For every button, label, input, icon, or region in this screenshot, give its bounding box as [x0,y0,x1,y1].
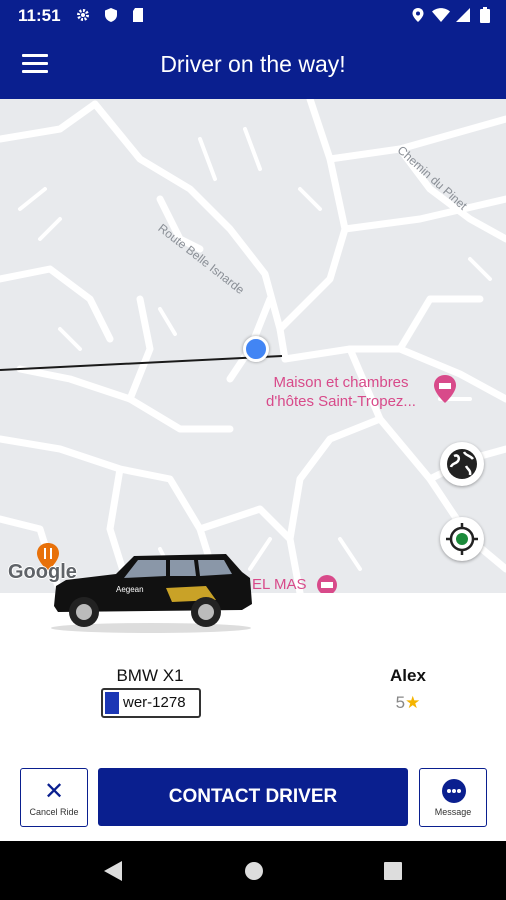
globe-icon[interactable] [440,442,484,486]
sd-card-icon [133,8,143,22]
plate-number: wer-1278 [123,694,186,711]
message-label: Message [434,807,472,817]
poi-label-partial: EL MAS [252,576,307,593]
location-icon [412,8,424,22]
back-icon[interactable] [104,861,122,881]
plate-eu-band [105,692,119,714]
hotel-pin-icon[interactable] [434,375,456,403]
vehicle-name: BMW X1 [116,666,184,685]
app-bar: Driver on the way! [0,32,506,99]
chat-bubble-icon [442,779,466,803]
cancel-ride-button[interactable]: ✕ Cancel Ride [20,768,88,827]
recents-icon[interactable] [384,862,402,880]
shield-icon [105,8,117,22]
contact-driver-button[interactable]: CONTACT DRIVER [98,768,408,826]
star-icon: ★ [405,693,421,712]
current-location-dot [243,336,269,362]
my-location-icon[interactable] [440,517,484,561]
driver-rating: 5★ [358,693,458,713]
page-title: Driver on the way! [160,51,346,77]
status-time: 11:51 [18,6,61,25]
status-bar: 11:51 [0,0,506,32]
system-nav-bar [0,841,506,900]
driver-name: Alex [390,666,426,685]
rating-value: 5 [395,693,406,712]
battery-icon [480,7,490,23]
poi-label[interactable]: Maison et chambres d'hôtes Saint-Tropez.… [256,373,426,411]
signal-icon [456,8,470,22]
cancel-ride-label: Cancel Ride [29,807,79,817]
map-view[interactable]: Route Belle Isnarde Chemin du Pinet Mais… [0,99,506,593]
vehicle-image: Aegean [51,554,252,633]
close-icon: ✕ [43,778,65,805]
hotel-pin-icon [317,575,337,593]
wifi-icon [432,8,450,22]
svg-text:Aegean: Aegean [116,585,144,594]
home-icon[interactable] [244,861,264,881]
gear-icon [77,9,89,21]
message-button[interactable]: Message [419,768,487,827]
license-plate: wer-1278 [101,688,201,718]
